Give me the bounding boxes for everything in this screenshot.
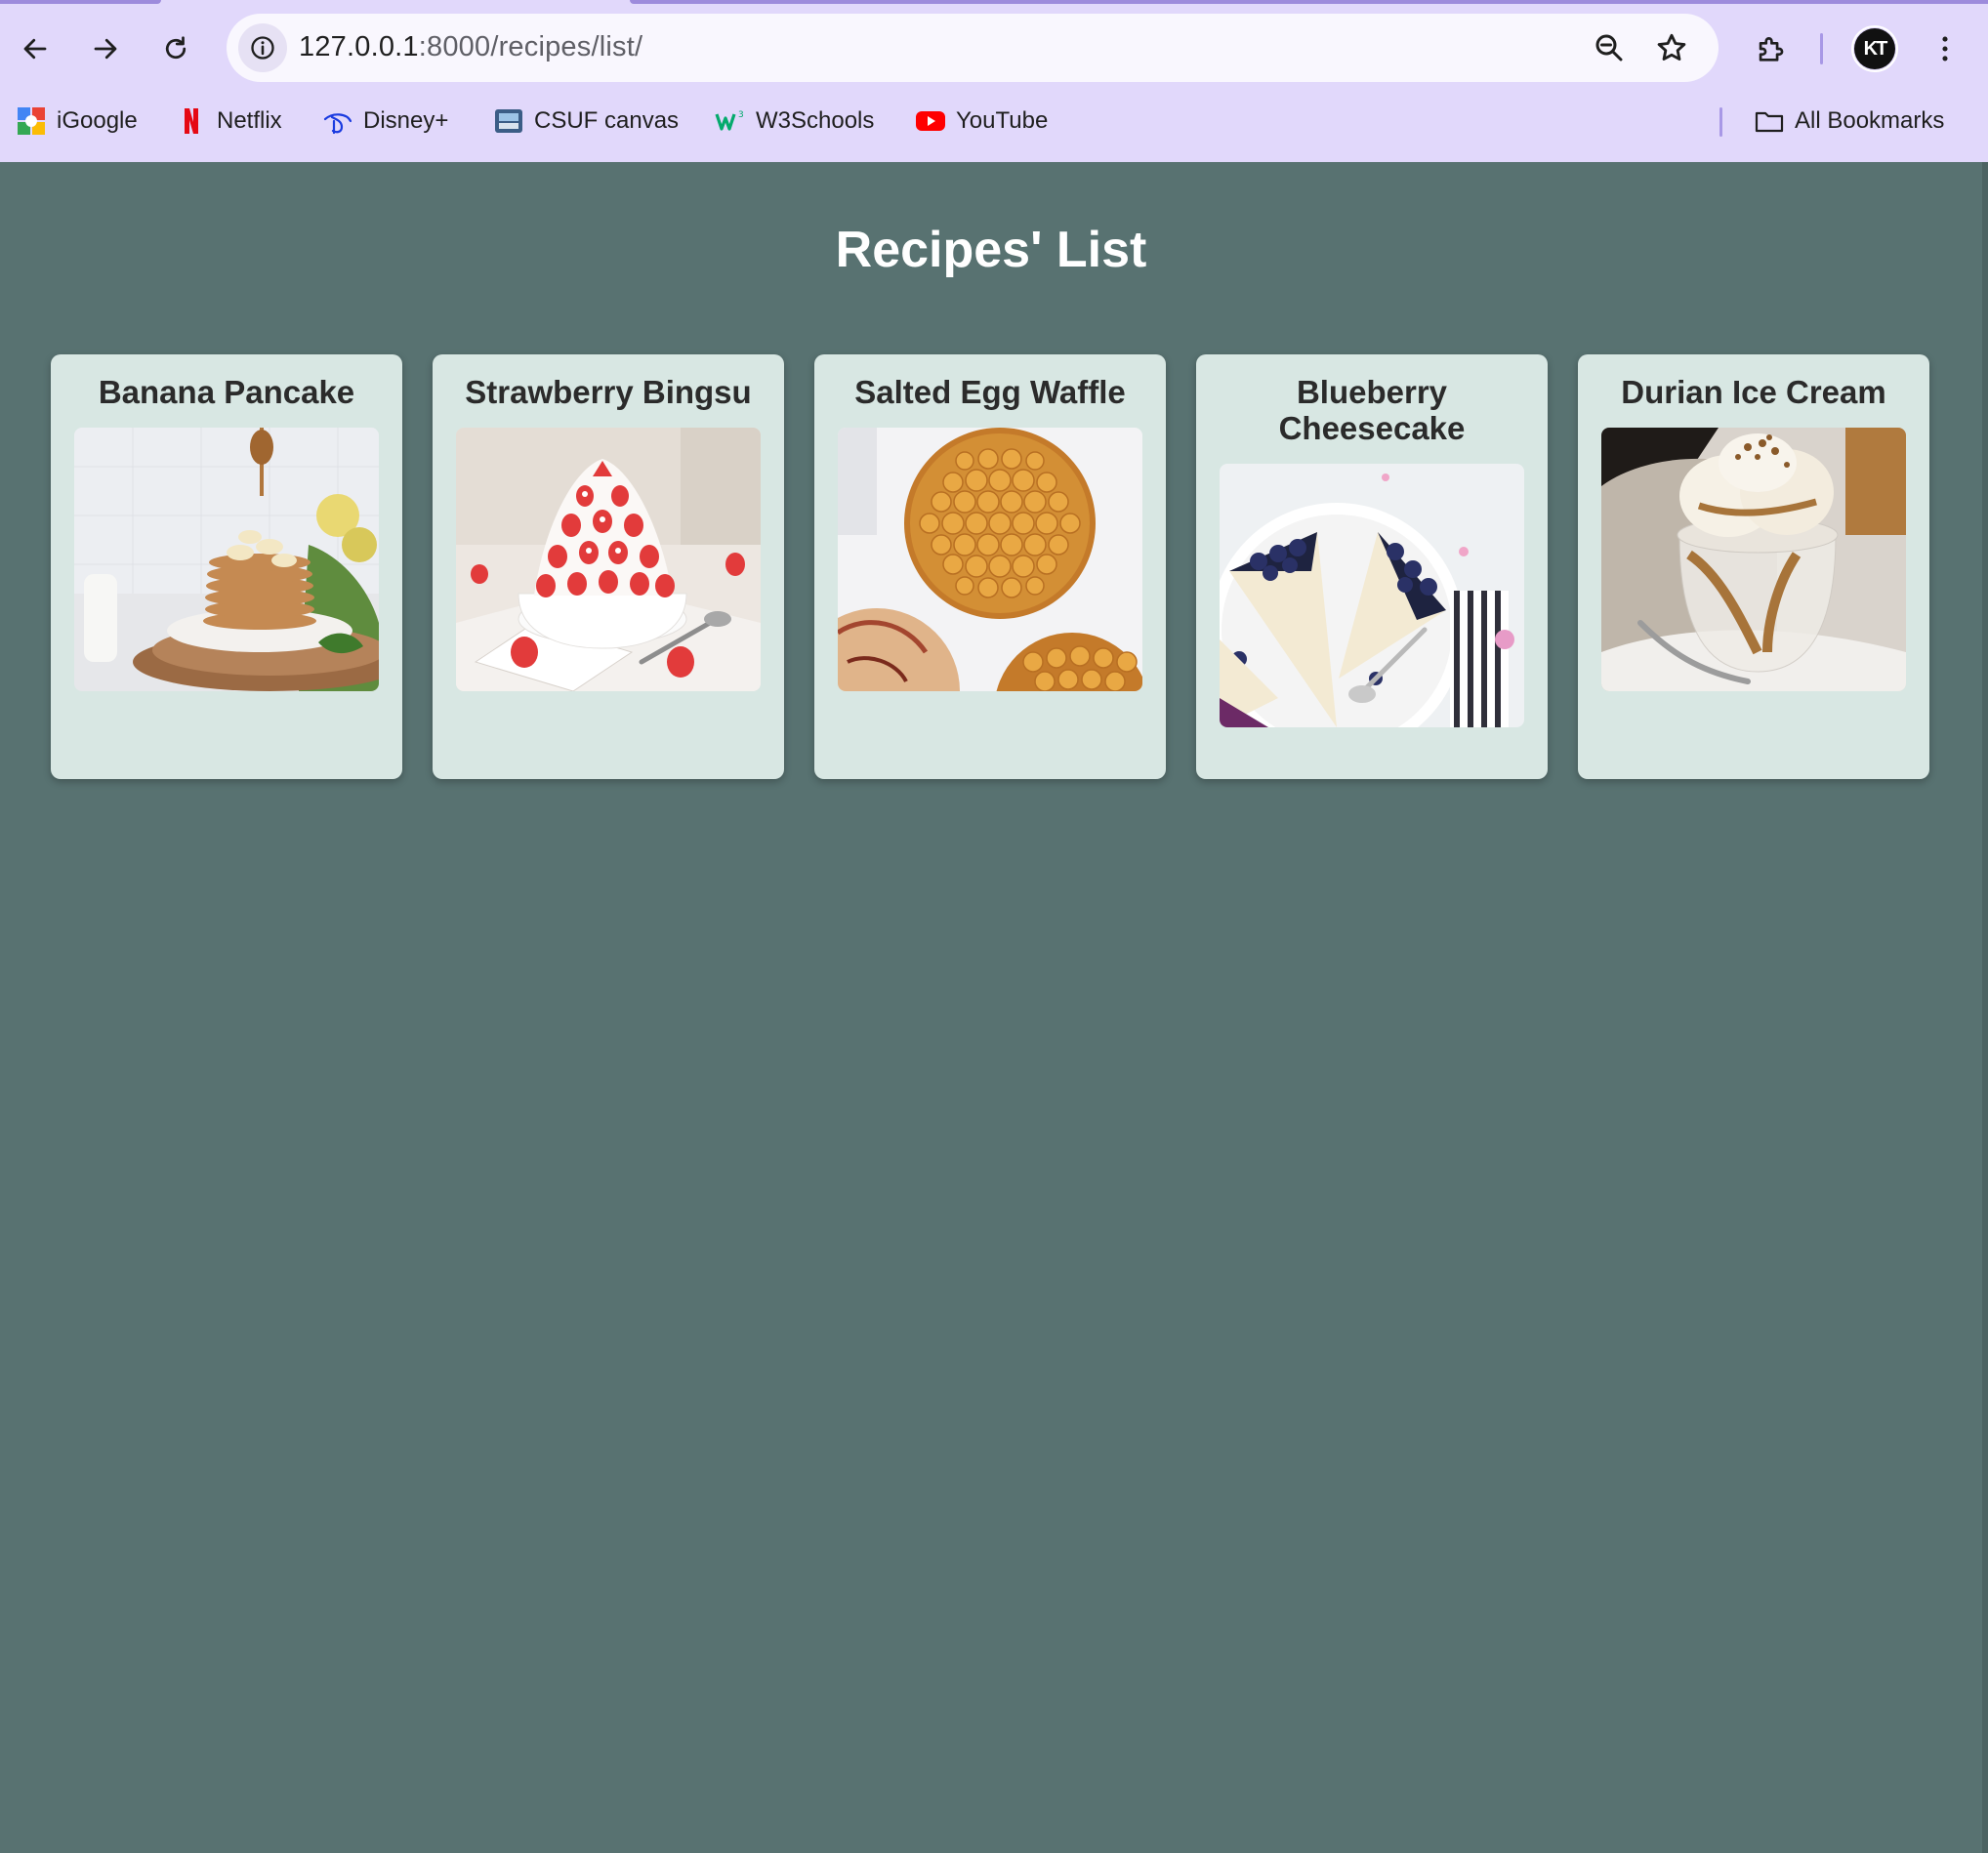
netflix-icon <box>176 105 207 137</box>
kebab-menu-icon <box>1942 36 1948 62</box>
recipe-image[interactable] <box>1220 464 1524 727</box>
browser-toolbar: 127.0.0.1:8000/recipes/list/ KT iGoogle … <box>0 0 1988 162</box>
bookmark-w3schools[interactable]: 3 W3Schools <box>715 103 874 139</box>
recipe-card[interactable]: Banana Pancake <box>51 354 402 779</box>
info-icon <box>251 36 274 60</box>
bookmark-disney[interactable]: Disney+ <box>322 103 448 139</box>
arrow-left-icon <box>23 38 47 60</box>
bookmark-csuf-canvas[interactable]: CSUF canvas <box>493 103 679 139</box>
recipes-page: Recipes' List Banana Pancake Strawberry … <box>0 162 1988 1853</box>
all-bookmarks-label: All Bookmarks <box>1795 107 1945 134</box>
recipe-image[interactable] <box>1601 428 1906 691</box>
bookmarks-divider <box>1719 107 1722 137</box>
svg-text:3: 3 <box>738 110 744 120</box>
youtube-icon <box>915 105 946 137</box>
recipe-title: Banana Pancake <box>98 374 355 410</box>
all-bookmarks-button[interactable]: All Bookmarks <box>1754 103 1944 139</box>
bookmark-youtube[interactable]: YouTube <box>915 103 1048 139</box>
reload-icon <box>165 36 186 60</box>
window-edge <box>1982 162 1988 1853</box>
puzzle-icon <box>1759 37 1784 62</box>
bookmark-label: Disney+ <box>363 107 449 134</box>
recipe-title: Salted Egg Waffle <box>854 374 1126 410</box>
w3schools-icon: 3 <box>715 105 746 137</box>
bookmark-label: iGoogle <box>57 107 138 134</box>
site-info-button[interactable] <box>238 23 287 72</box>
back-button[interactable] <box>14 27 57 70</box>
address-bar[interactable]: 127.0.0.1:8000/recipes/list/ <box>227 14 1719 82</box>
recipe-card[interactable]: Blueberry Cheesecake <box>1196 354 1548 779</box>
salted-egg-waffle-photo <box>838 428 1142 691</box>
csuf-icon <box>493 105 524 137</box>
bookmark-label: CSUF canvas <box>534 107 680 134</box>
toolbar-divider <box>1820 33 1823 64</box>
recipe-card[interactable]: Salted Egg Waffle <box>814 354 1166 779</box>
recipe-image[interactable] <box>838 428 1142 691</box>
strawberry-bingsu-photo <box>456 428 761 691</box>
tab-strip-edge <box>0 0 161 4</box>
zoom-out-icon <box>1595 34 1623 62</box>
url-host: 127.0.0.1 <box>299 31 419 62</box>
recipe-card[interactable]: Durian Ice Cream <box>1578 354 1929 779</box>
recipe-title: Durian Ice Cream <box>1621 374 1886 410</box>
recipe-image[interactable] <box>74 428 379 691</box>
arrow-right-icon <box>94 38 117 60</box>
igoogle-icon <box>16 105 47 137</box>
bookmark-label: Netflix <box>217 107 282 134</box>
page-title: Recipes' List <box>835 222 1147 278</box>
reload-button[interactable] <box>154 27 197 70</box>
blueberry-cheesecake-photo <box>1220 464 1524 727</box>
recipe-title: Strawberry Bingsu <box>465 374 752 410</box>
browser-menu-button[interactable] <box>1924 27 1967 70</box>
bookmark-label: W3Schools <box>756 107 875 134</box>
url-text: 127.0.0.1:8000/recipes/list/ <box>299 31 642 63</box>
bookmark-label: YouTube <box>956 107 1049 134</box>
bookmarks-bar: iGoogle Netflix Disney+ CSUF canvas 3 W3… <box>0 98 1988 144</box>
banana-pancake-photo <box>74 428 379 691</box>
folder-icon <box>1754 105 1785 137</box>
tab-strip-edge <box>630 0 1988 4</box>
recipe-title: Blueberry Cheesecake <box>1278 374 1466 446</box>
bookmark-igoogle[interactable]: iGoogle <box>16 103 138 139</box>
star-icon <box>1657 33 1686 61</box>
profile-avatar[interactable]: KT <box>1854 28 1895 69</box>
forward-button[interactable] <box>84 27 127 70</box>
recipe-image[interactable] <box>456 428 761 691</box>
url-path: :8000/recipes/list/ <box>418 31 643 62</box>
disney-icon <box>322 105 353 137</box>
bookmark-star-button[interactable] <box>1654 30 1689 65</box>
zoom-button[interactable] <box>1592 30 1627 65</box>
durian-ice-cream-photo <box>1601 428 1906 691</box>
recipe-card[interactable]: Strawberry Bingsu <box>433 354 784 779</box>
bookmark-netflix[interactable]: Netflix <box>176 103 282 139</box>
extensions-button[interactable] <box>1749 27 1792 70</box>
